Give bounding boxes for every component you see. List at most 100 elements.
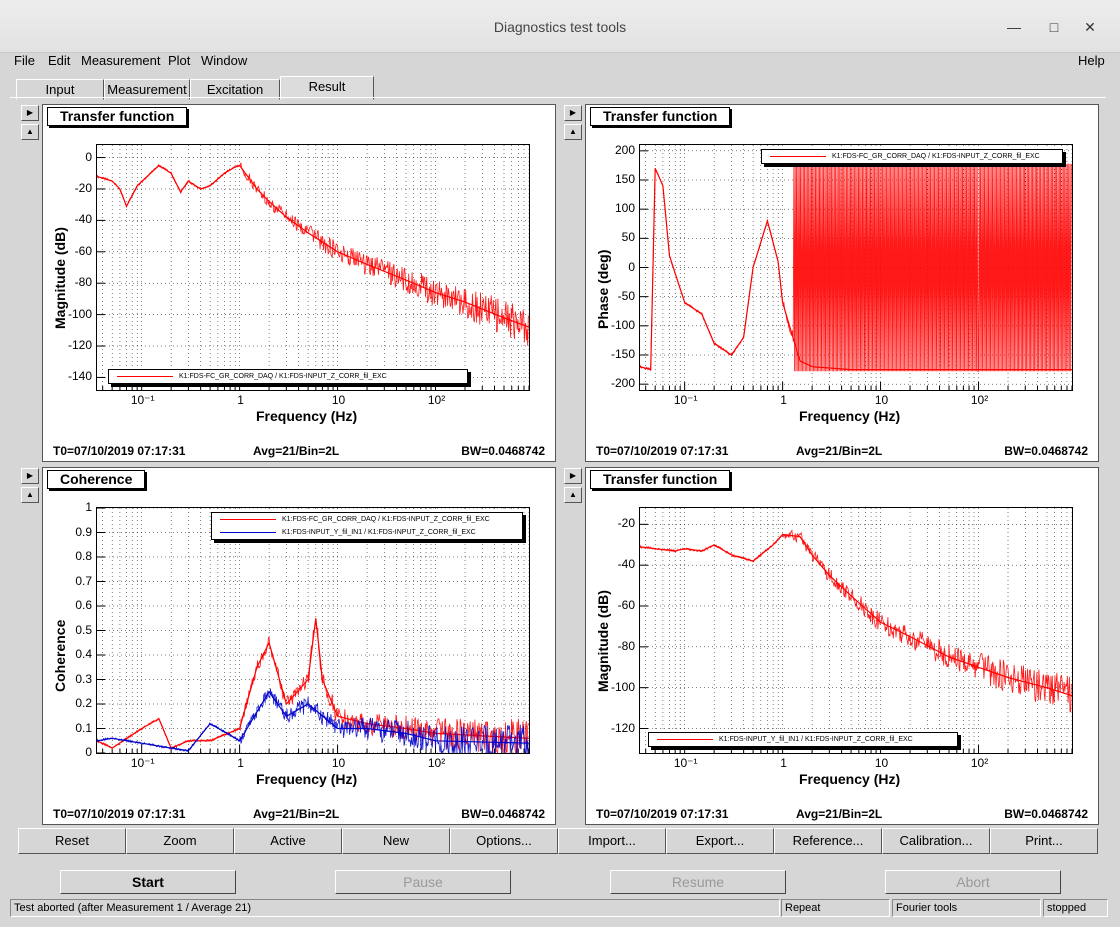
x-tick-label: 10 xyxy=(874,756,889,770)
maximize-icon[interactable]: □ xyxy=(1044,17,1064,37)
y-tick-label: -40 xyxy=(617,557,635,572)
y-tick-label: 1 xyxy=(85,500,92,514)
footer-avg: Avg=21/Bin=2L xyxy=(796,444,883,458)
footer-avg: Avg=21/Bin=2L xyxy=(253,807,340,821)
y-tick-label: 0 xyxy=(85,745,92,759)
series-line xyxy=(97,164,529,328)
plot-area xyxy=(639,507,1073,754)
y-tick-label: 50 xyxy=(621,230,635,245)
menu-bar: File Edit Measurement Plot Window Help xyxy=(10,52,1110,72)
plot-legend: K1:FDS-FC_GR_CORR_DAQ / K1:FDS-INPUT_Z_C… xyxy=(761,149,1063,164)
footer-bw: BW=0.0468742 xyxy=(1004,807,1088,821)
legend-entry: K1:FDS-FC_GR_CORR_DAQ / K1:FDS-INPUT_Z_C… xyxy=(109,370,467,383)
y-tick-label: -120 xyxy=(610,720,635,735)
plot-legend: K1:FDS-FC_GR_CORR_DAQ / K1:FDS-INPUT_Z_C… xyxy=(108,369,468,384)
print-button[interactable]: Print... xyxy=(990,828,1098,854)
resume-button[interactable]: Resume xyxy=(610,870,786,894)
y-axis-label: Magnitude (dB) xyxy=(595,590,611,692)
menu-file[interactable]: File xyxy=(14,53,35,68)
import-button[interactable]: Import... xyxy=(558,828,666,854)
legend-swatch xyxy=(657,739,713,740)
plot-legend: K1:FDS-FC_GR_CORR_DAQ / K1:FDS-INPUT_Z_C… xyxy=(211,512,523,540)
menu-help[interactable]: Help xyxy=(1078,53,1105,68)
y-tick-label: 0 xyxy=(85,149,92,164)
pause-button[interactable]: Pause xyxy=(335,870,511,894)
reference-button[interactable]: Reference... xyxy=(774,828,882,854)
series-noise xyxy=(640,528,1072,713)
plot-title: Transfer function xyxy=(590,107,731,126)
x-tick-label: 10⁻¹ xyxy=(130,756,155,770)
footer-avg: Avg=21/Bin=2L xyxy=(253,444,340,458)
options-button[interactable]: Options... xyxy=(450,828,558,854)
start-button[interactable]: Start xyxy=(60,870,236,894)
menu-window[interactable]: Window xyxy=(201,53,247,68)
plot-pad-phase[interactable]: Transfer function 200 150 100 50 0 -50 -100 -150… xyxy=(585,104,1099,462)
legend-label: K1:FDS-FC_GR_CORR_DAQ / K1:FDS-INPUT_Z_C… xyxy=(282,516,490,523)
series-noise xyxy=(97,688,529,753)
plot-canvas xyxy=(640,145,1072,390)
plot-pad-magnitude[interactable]: Transfer function 0 -20 -40 -60 -80 -100 -120 -1… xyxy=(42,104,556,462)
pad-up-icon[interactable]: ▲ xyxy=(564,487,582,503)
x-tick-label: 10 xyxy=(331,393,346,407)
plot-title: Transfer function xyxy=(47,107,188,126)
series-noise xyxy=(97,162,529,346)
pad-next-icon[interactable]: ▶ xyxy=(21,468,39,484)
status-repeat: Repeat xyxy=(781,899,890,917)
x-axis-label: Frequency (Hz) xyxy=(799,408,901,424)
legend-label: K1:FDS-FC_GR_CORR_DAQ / K1:FDS-INPUT_Z_C… xyxy=(179,373,387,380)
tab-bar: Input Measurement Excitation Result xyxy=(16,76,1106,100)
y-tick-label: -40 xyxy=(74,212,92,227)
zoom-button[interactable]: Zoom xyxy=(126,828,234,854)
pad-up-icon[interactable]: ▲ xyxy=(564,124,582,140)
legend-label: K1:FDS-INPUT_Y_fil_IN1 / K1:FDS-INPUT_Z_… xyxy=(282,529,476,536)
footer-bw: BW=0.0468742 xyxy=(461,444,545,458)
y-axis-label: Coherence xyxy=(52,619,68,692)
plot-pad-coherence[interactable]: Coherence 1 0.9 0.8 0.7 0.6 0.5 0.4 0.3 0.2 0.1 0 10… xyxy=(42,467,556,825)
minimize-icon[interactable]: — xyxy=(1004,17,1024,37)
new-button[interactable]: New xyxy=(342,828,450,854)
menu-measurement[interactable]: Measurement xyxy=(81,53,160,68)
plot-canvas xyxy=(640,508,1072,753)
x-tick-label: 1 xyxy=(237,393,244,407)
y-tick-label: -20 xyxy=(617,516,635,531)
legend-entry: K1:FDS-FC_GR_CORR_DAQ / K1:FDS-INPUT_Z_C… xyxy=(212,513,522,526)
x-axis-label: Frequency (Hz) xyxy=(256,408,358,424)
plot-pad-magnitude-2[interactable]: Transfer function -20 -40 -60 -80 -100 -120 10⁻… xyxy=(585,467,1099,825)
legend-swatch xyxy=(117,376,173,377)
status-state: stopped xyxy=(1043,899,1108,917)
export-button[interactable]: Export... xyxy=(666,828,774,854)
x-tick-label: 1 xyxy=(237,756,244,770)
window-title: Diagnostics test tools xyxy=(493,19,627,35)
active-button[interactable]: Active xyxy=(234,828,342,854)
y-axis-label: Phase (deg) xyxy=(595,249,611,329)
footer-avg: Avg=21/Bin=2L xyxy=(796,807,883,821)
status-tool: Fourier tools xyxy=(892,899,1041,917)
reset-button[interactable]: Reset xyxy=(18,828,126,854)
x-tick-label: 1 xyxy=(780,393,787,407)
legend-swatch xyxy=(220,519,276,520)
calibration-button[interactable]: Calibration... xyxy=(882,828,990,854)
pad-up-icon[interactable]: ▲ xyxy=(21,124,39,140)
abort-button[interactable]: Abort xyxy=(885,870,1061,894)
y-tick-label: -120 xyxy=(67,338,92,353)
y-tick-label: -200 xyxy=(610,376,635,391)
menu-plot[interactable]: Plot xyxy=(168,53,190,68)
plot-canvas xyxy=(97,508,529,753)
y-tick-label: 0.9 xyxy=(75,524,92,539)
plot-canvas xyxy=(97,145,529,390)
plot-title: Coherence xyxy=(47,470,146,489)
x-tick-label: 10² xyxy=(970,393,989,407)
close-icon[interactable]: ✕ xyxy=(1080,17,1100,37)
legend-swatch xyxy=(220,532,276,533)
x-tick-label: 10² xyxy=(427,393,446,407)
pad-up-icon[interactable]: ▲ xyxy=(21,487,39,503)
legend-label: K1:FDS-INPUT_Y_fil_IN1 / K1:FDS-INPUT_Z_… xyxy=(719,736,913,743)
y-tick-label: 200 xyxy=(614,142,635,157)
pad-next-icon[interactable]: ▶ xyxy=(21,105,39,121)
x-tick-label: 10² xyxy=(970,756,989,770)
pad-next-icon[interactable]: ▶ xyxy=(564,105,582,121)
menu-edit[interactable]: Edit xyxy=(48,53,70,68)
pad-next-icon[interactable]: ▶ xyxy=(564,468,582,484)
footer-t0: T0=07/10/2019 07:17:31 xyxy=(596,444,729,458)
x-axis-label: Frequency (Hz) xyxy=(256,771,358,787)
